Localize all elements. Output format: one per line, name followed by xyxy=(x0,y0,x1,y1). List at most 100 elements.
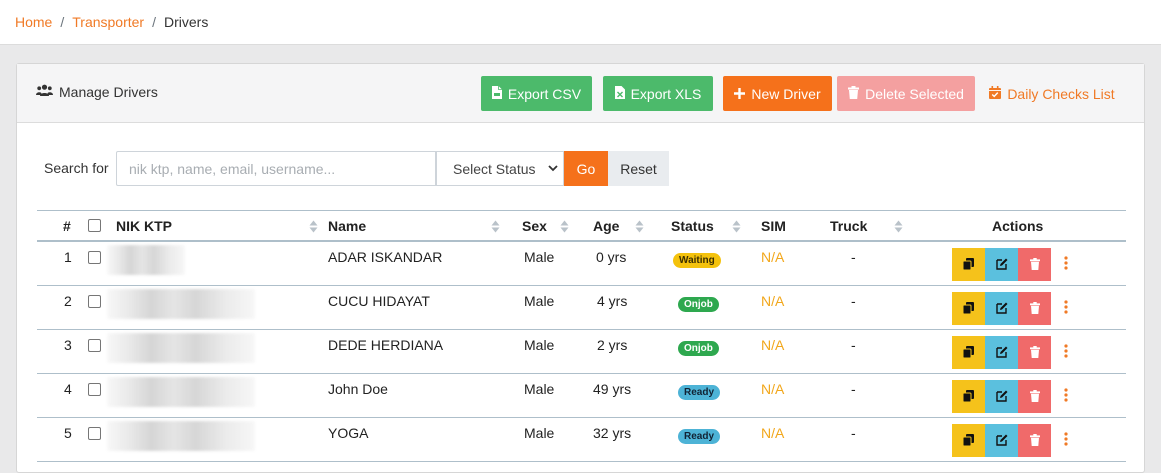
driver-age: 49 yrs xyxy=(593,381,632,397)
delete-button[interactable] xyxy=(1018,248,1051,281)
edit-icon xyxy=(995,345,1008,361)
more-vertical-icon xyxy=(1064,256,1068,273)
row-checkbox[interactable] xyxy=(88,427,101,440)
table-row: 1 ADAR ISKANDAR Male 0 yrs Waiting N/A - xyxy=(37,242,1126,286)
row-checkbox[interactable] xyxy=(88,339,101,352)
search-label: Search for xyxy=(44,160,109,176)
card-title-text: Manage Drivers xyxy=(59,84,158,100)
export-xls-button[interactable]: Export XLS xyxy=(603,76,713,111)
more-options-button[interactable] xyxy=(1051,292,1081,325)
daily-checks-list-button[interactable]: Daily Checks List xyxy=(989,76,1115,111)
reset-button[interactable]: Reset xyxy=(608,151,669,186)
copy-button[interactable] xyxy=(952,292,985,325)
copy-button[interactable] xyxy=(952,336,985,369)
drivers-card: Manage Drivers Export CSV Export XLS New… xyxy=(16,63,1145,473)
calendar-check-icon xyxy=(989,85,1002,102)
row-checkbox[interactable] xyxy=(88,295,101,308)
breadcrumb-transporter-link[interactable]: Transporter xyxy=(72,14,144,30)
more-options-button[interactable] xyxy=(1051,248,1081,281)
trash-icon xyxy=(1029,389,1040,405)
new-driver-button[interactable]: New Driver xyxy=(723,76,832,111)
edit-icon xyxy=(995,389,1008,405)
edit-icon xyxy=(995,257,1008,273)
row-checkbox[interactable] xyxy=(88,251,101,264)
edit-icon xyxy=(995,433,1008,449)
export-xls-label: Export XLS xyxy=(630,85,702,102)
more-options-button[interactable] xyxy=(1051,336,1081,369)
column-nik[interactable]: NIK KTP xyxy=(116,218,172,234)
trash-icon xyxy=(1029,345,1040,361)
breadcrumb-bar: Home / Transporter / Drivers xyxy=(0,0,1161,45)
delete-selected-button[interactable]: Delete Selected xyxy=(837,76,975,111)
more-options-button[interactable] xyxy=(1051,424,1081,457)
driver-age: 4 yrs xyxy=(597,293,628,309)
edit-button[interactable] xyxy=(985,424,1018,457)
status-badge: Ready xyxy=(678,385,721,400)
sort-icon[interactable] xyxy=(491,220,500,236)
export-csv-label: Export CSV xyxy=(507,85,582,102)
status-select[interactable]: Select Status xyxy=(436,151,564,186)
copy-button[interactable] xyxy=(952,380,985,413)
copy-button[interactable] xyxy=(952,248,985,281)
trash-icon xyxy=(1029,257,1040,273)
edit-icon xyxy=(995,301,1008,317)
chevron-down-icon xyxy=(547,161,559,178)
table-row: 2 CUCU HIDAYAT Male 4 yrs Onjob N/A - xyxy=(37,286,1126,330)
breadcrumb-separator: / xyxy=(152,14,156,30)
driver-name: CUCU HIDAYAT xyxy=(328,293,430,309)
edit-button[interactable] xyxy=(985,336,1018,369)
delete-button[interactable] xyxy=(1018,424,1051,457)
breadcrumb-current: Drivers xyxy=(163,14,209,30)
go-button[interactable]: Go xyxy=(564,151,608,186)
driver-sex: Male xyxy=(524,293,555,309)
column-truck[interactable]: Truck xyxy=(830,218,867,234)
column-sex[interactable]: Sex xyxy=(522,218,547,234)
driver-truck: - xyxy=(851,249,856,265)
driver-sim: N/A xyxy=(761,293,785,309)
nik-redacted xyxy=(107,333,255,363)
copy-button[interactable] xyxy=(952,424,985,457)
column-age[interactable]: Age xyxy=(593,218,619,234)
more-vertical-icon xyxy=(1064,432,1068,449)
delete-button[interactable] xyxy=(1018,380,1051,413)
status-badge: Ready xyxy=(678,429,721,444)
sort-icon[interactable] xyxy=(894,220,903,236)
nik-redacted xyxy=(107,377,255,407)
driver-truck: - xyxy=(851,337,856,353)
delete-button[interactable] xyxy=(1018,292,1051,325)
delete-button[interactable] xyxy=(1018,336,1051,369)
edit-button[interactable] xyxy=(985,248,1018,281)
column-name[interactable]: Name xyxy=(328,218,366,234)
table-row: 3 DEDE HERDIANA Male 2 yrs Onjob N/A - xyxy=(37,330,1126,374)
driver-sex: Male xyxy=(524,337,555,353)
column-sim: SIM xyxy=(761,218,786,234)
row-index: 1 xyxy=(64,249,72,265)
status-badge: Onjob xyxy=(678,341,719,356)
table-header: # NIK KTP Name Sex Age Status SIM Truck … xyxy=(37,210,1126,242)
sort-icon[interactable] xyxy=(732,220,741,236)
card-title: Manage Drivers xyxy=(36,84,158,100)
copy-icon xyxy=(962,433,974,449)
select-all-checkbox[interactable] xyxy=(88,219,101,232)
column-status[interactable]: Status xyxy=(671,218,714,234)
delete-selected-label: Delete Selected xyxy=(865,85,964,102)
more-vertical-icon xyxy=(1064,388,1068,405)
edit-button[interactable] xyxy=(985,380,1018,413)
daily-checks-label: Daily Checks List xyxy=(1007,85,1115,102)
sort-icon[interactable] xyxy=(635,220,644,236)
search-input[interactable] xyxy=(116,151,436,186)
column-actions: Actions xyxy=(992,218,1044,234)
sort-icon[interactable] xyxy=(560,220,569,236)
table-row: 5 YOGA Male 32 yrs Ready N/A - xyxy=(37,418,1126,462)
copy-icon xyxy=(962,345,974,361)
sort-icon[interactable] xyxy=(309,220,318,236)
driver-age: 0 yrs xyxy=(596,249,627,265)
more-options-button[interactable] xyxy=(1051,380,1081,413)
edit-button[interactable] xyxy=(985,292,1018,325)
row-checkbox[interactable] xyxy=(88,383,101,396)
driver-sex: Male xyxy=(524,381,555,397)
status-select-value: Select Status xyxy=(453,160,536,177)
copy-icon xyxy=(962,301,974,317)
export-csv-button[interactable]: Export CSV xyxy=(481,76,592,111)
breadcrumb-home-link[interactable]: Home xyxy=(15,14,52,30)
